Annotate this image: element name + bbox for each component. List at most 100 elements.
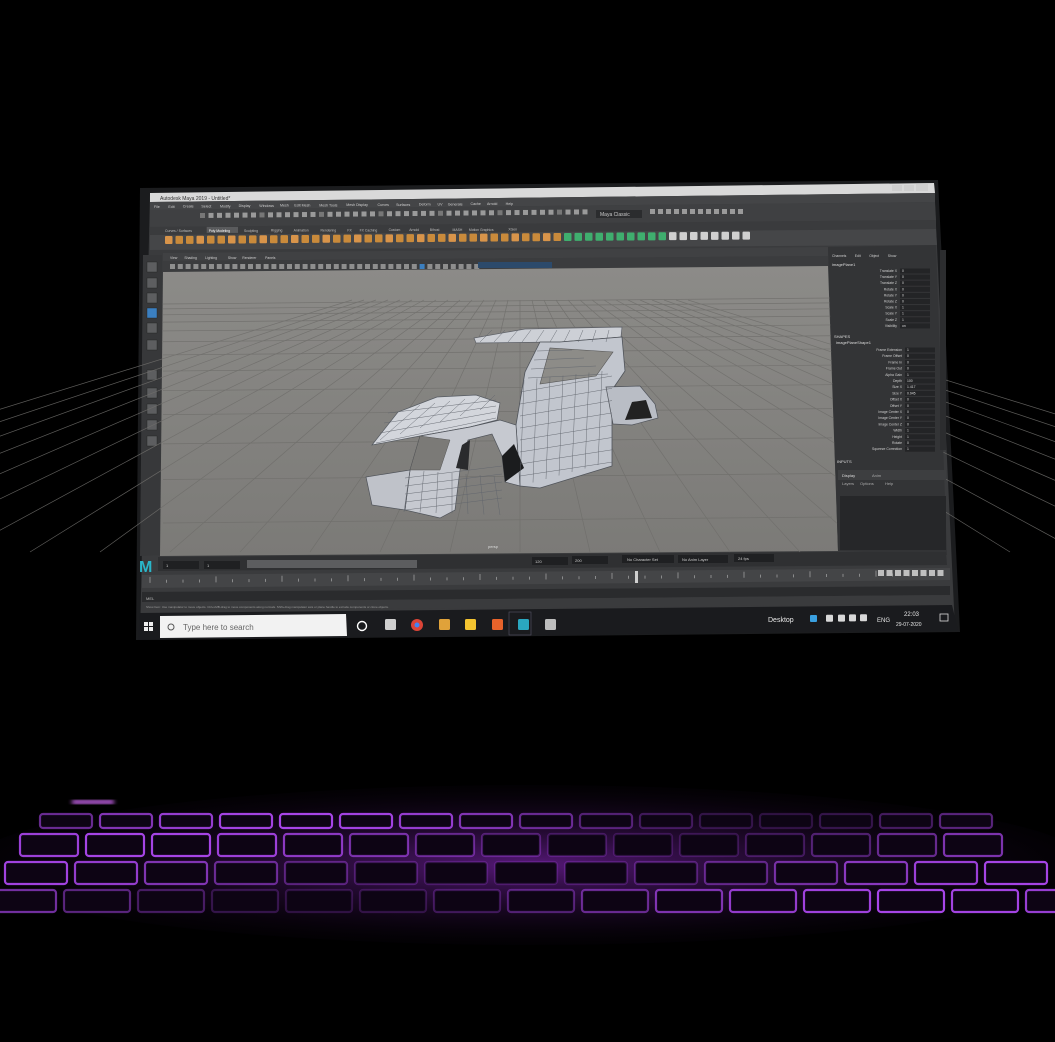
panel-toolbar-icon[interactable] [287, 264, 292, 269]
shape-attr-field[interactable] [905, 446, 935, 452]
shape-attr-field[interactable] [905, 359, 935, 365]
playback-button[interactable] [929, 570, 935, 576]
shelf-tab[interactable]: Motion Graphics [469, 228, 494, 232]
shelf-tab[interactable]: MASH [453, 228, 463, 232]
panel-toolbar-icon[interactable] [279, 264, 285, 269]
panel-toolbar-icon[interactable] [193, 264, 199, 269]
status-icon[interactable] [565, 209, 571, 215]
channel-attr-field[interactable] [900, 292, 930, 298]
shelf-tool-icon[interactable] [595, 232, 604, 241]
status-icon[interactable] [429, 210, 435, 216]
playback-button[interactable] [912, 570, 918, 576]
shape-attr-field[interactable] [905, 434, 935, 440]
status-icon[interactable] [319, 211, 324, 217]
shelf-tab[interactable]: XGen [508, 228, 517, 232]
sketch-app-icon[interactable] [465, 619, 476, 630]
status-icon[interactable] [722, 209, 727, 214]
panel-menu-item[interactable]: Renderer [242, 256, 257, 260]
status-icon[interactable] [370, 211, 375, 217]
menu-item[interactable]: Deform [419, 203, 431, 207]
shelf-tool-icon[interactable] [238, 235, 247, 244]
status-icon[interactable] [268, 212, 273, 218]
menu-item[interactable]: Windows [259, 204, 274, 208]
status-icon[interactable] [514, 210, 520, 216]
shape-attr-field[interactable] [905, 347, 935, 353]
panel-toolbar-icon[interactable] [224, 264, 230, 269]
panel-toolbar-icon[interactable] [341, 264, 347, 269]
shelf-tool-icon[interactable] [217, 235, 226, 244]
playback-button[interactable] [903, 570, 910, 576]
channel-box-menu[interactable]: Channels [832, 254, 847, 258]
status-icon[interactable] [523, 209, 528, 215]
panel-toolbar-icon[interactable] [302, 264, 308, 269]
shelf-tool-icon[interactable] [385, 234, 394, 243]
shelf-tool-icon[interactable] [480, 233, 488, 242]
panel-toolbar-icon[interactable] [185, 264, 191, 269]
range-start-field[interactable] [163, 561, 199, 569]
clock-date[interactable]: 29-07-2020 [896, 622, 922, 628]
language-indicator[interactable]: ENG [877, 618, 890, 624]
system-tray-icon[interactable] [810, 615, 817, 622]
status-icon[interactable] [378, 211, 384, 217]
status-icon[interactable] [200, 213, 205, 218]
shelf-tool-icon[interactable] [490, 233, 499, 242]
panel-toolbar-icon[interactable] [380, 264, 386, 269]
panel-toolbar-icon[interactable] [427, 264, 433, 269]
shelf-tool-icon[interactable] [501, 233, 509, 242]
system-tray-icon[interactable] [826, 614, 833, 622]
status-icon[interactable] [506, 210, 511, 216]
panel-toolbar-icon[interactable] [318, 264, 324, 269]
status-icon[interactable] [336, 211, 341, 217]
shelf-tool-icon[interactable] [711, 231, 719, 240]
panel-menu-item[interactable]: Panels [265, 256, 276, 260]
status-icon[interactable] [557, 209, 562, 215]
panel-toolbar-icon[interactable] [248, 264, 253, 269]
status-icon[interactable] [387, 211, 392, 217]
panel-menu-item[interactable]: Lighting [205, 256, 217, 260]
status-icon[interactable] [276, 212, 282, 218]
shelf-tool-icon[interactable] [427, 234, 436, 242]
status-icon[interactable] [251, 212, 256, 218]
maximize-button[interactable] [904, 185, 914, 191]
shelf-tool-icon[interactable] [259, 235, 268, 244]
status-icon[interactable] [344, 211, 350, 217]
panel-toolbar-icon[interactable] [170, 264, 175, 269]
shelf-tool-icon[interactable] [721, 231, 730, 240]
menu-item[interactable]: Edit Mesh [294, 204, 310, 208]
shelf-tool-icon[interactable] [280, 235, 289, 244]
status-icon[interactable] [531, 209, 537, 215]
layer-tab-display[interactable]: Display [842, 473, 855, 478]
status-icon[interactable] [682, 209, 687, 214]
shape-attr-field[interactable] [905, 428, 935, 434]
menu-item[interactable]: Cache [471, 202, 481, 206]
panel-toolbar-icon[interactable] [177, 264, 183, 269]
channel-box-menu[interactable]: Show [888, 254, 897, 258]
panel-toolbar-icon[interactable] [209, 264, 214, 269]
playback-button[interactable] [895, 570, 901, 576]
status-icon[interactable] [310, 211, 316, 217]
panel-toolbar-icon[interactable] [255, 264, 261, 269]
status-icon[interactable] [540, 209, 545, 215]
status-icon[interactable] [463, 210, 469, 216]
tool-icon[interactable] [146, 339, 158, 351]
file-explorer-icon[interactable] [439, 619, 450, 630]
channel-attr-field[interactable] [900, 268, 930, 274]
shelf-tool-icon[interactable] [270, 235, 278, 244]
status-icon[interactable] [698, 209, 703, 214]
panel-toolbar-icon[interactable] [294, 264, 300, 269]
status-icon[interactable] [259, 212, 265, 218]
shape-attr-field[interactable] [905, 415, 935, 421]
menu-item[interactable]: Surfaces [396, 203, 410, 207]
shelf-tool-icon[interactable] [333, 234, 341, 243]
menu-item[interactable]: Modify [220, 204, 231, 208]
channel-attr-field[interactable] [900, 311, 930, 317]
shelf-tool-icon[interactable] [448, 233, 457, 242]
status-icon[interactable] [455, 210, 460, 216]
shape-attr-field[interactable] [905, 440, 935, 446]
menu-item[interactable]: UV [438, 202, 444, 206]
status-icon[interactable] [658, 209, 663, 214]
shelf-tool-icon[interactable] [585, 232, 593, 241]
channel-box-menu[interactable]: Edit [855, 254, 861, 258]
panel-toolbar-icon[interactable] [388, 264, 394, 269]
settings-app-icon[interactable] [545, 619, 556, 630]
